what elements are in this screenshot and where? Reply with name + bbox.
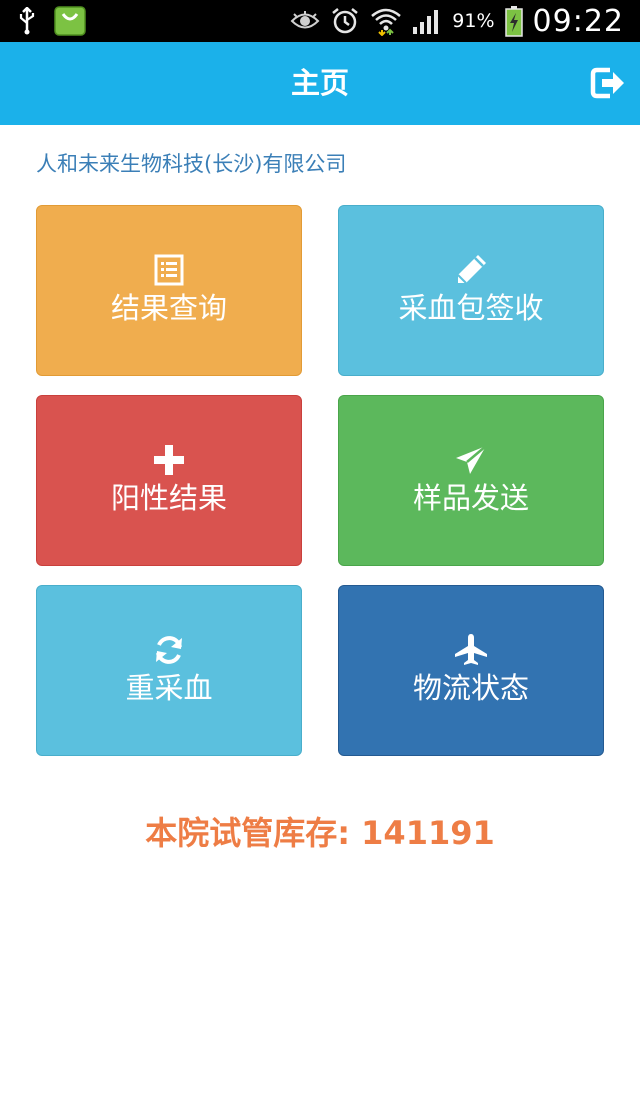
blood-kit-receipt-tile[interactable]: 采血包签收 <box>338 205 604 376</box>
eye-icon <box>290 11 320 29</box>
plane-icon <box>455 634 487 665</box>
positive-result-tile[interactable]: 阳性结果 <box>36 395 302 566</box>
tile-label: 样品发送 <box>412 481 529 515</box>
send-icon <box>456 445 487 474</box>
status-notifications <box>18 6 86 36</box>
tile-label: 采血包签收 <box>398 291 544 325</box>
pencil-icon <box>457 255 486 284</box>
tube-inventory: 本院试管库存: 141191 <box>145 814 495 852</box>
wifi-icon <box>371 8 402 36</box>
clock: 09:22 <box>532 3 624 39</box>
sample-send-tile[interactable]: 样品发送 <box>338 395 604 566</box>
refresh-icon <box>156 636 182 664</box>
logout-button[interactable] <box>590 66 626 100</box>
shopping-bag-icon <box>54 6 86 36</box>
logout-icon <box>590 67 624 99</box>
company-name: 人和未来生物科技(长沙)有限公司 <box>36 152 347 176</box>
signal-icon <box>413 10 439 34</box>
list-icon <box>154 254 184 286</box>
tile-label: 重采血 <box>125 671 213 705</box>
result-query-tile[interactable]: 结果查询 <box>36 205 302 376</box>
plus-icon <box>154 445 184 475</box>
status-system: 91% 09:22 <box>290 0 624 42</box>
tile-label: 结果查询 <box>110 291 227 325</box>
battery-percent: 91% <box>452 10 495 32</box>
status-bar: 91% 09:22 <box>0 0 640 42</box>
app-bar: 主页 <box>0 42 640 125</box>
resample-blood-tile[interactable]: 重采血 <box>36 585 302 756</box>
logistics-status-tile[interactable]: 物流状态 <box>338 585 604 756</box>
usb-icon <box>19 7 35 35</box>
page-title: 主页 <box>290 66 349 100</box>
battery-charging-icon <box>504 6 523 37</box>
tile-label: 阳性结果 <box>110 481 227 515</box>
tile-label: 物流状态 <box>412 671 529 705</box>
alarm-icon <box>332 8 359 34</box>
